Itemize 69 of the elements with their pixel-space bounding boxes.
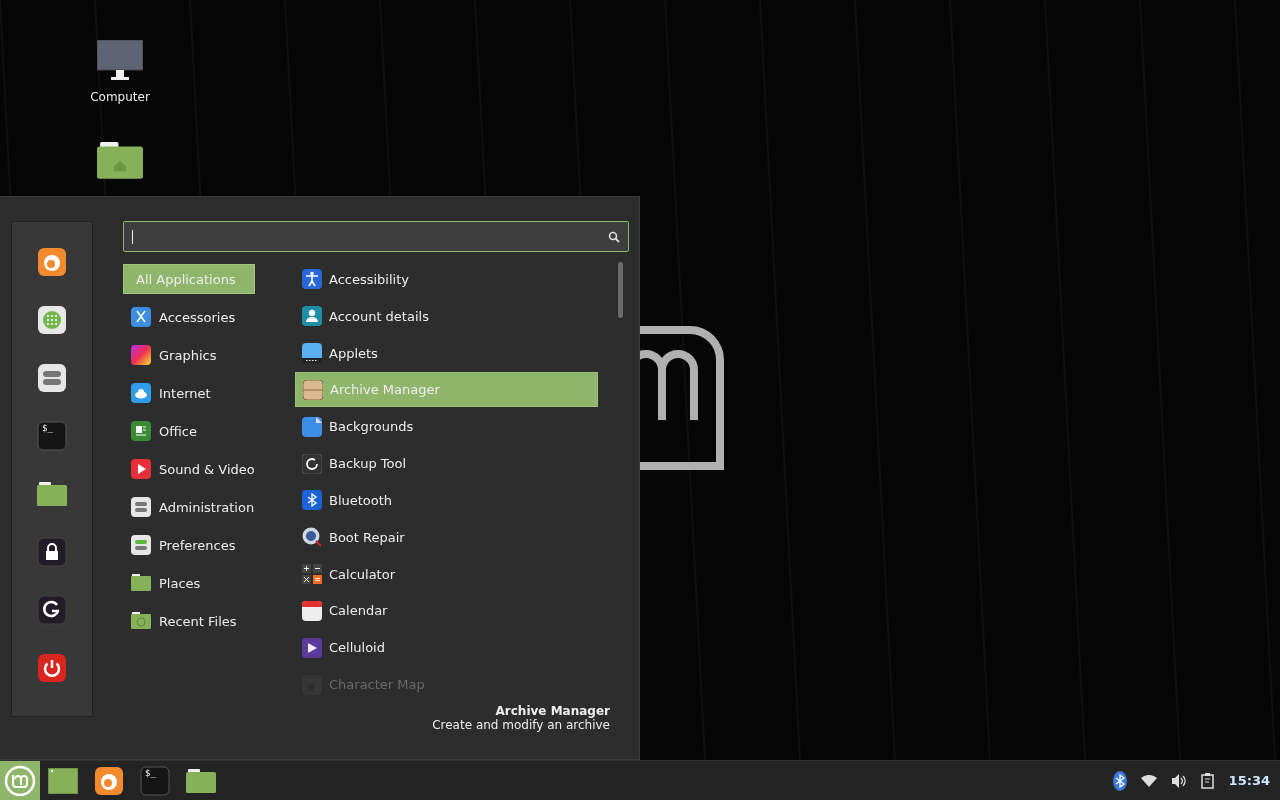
search-icon bbox=[608, 230, 620, 243]
application-item[interactable]: Celluloid bbox=[295, 630, 598, 666]
category-item[interactable]: Office bbox=[123, 416, 295, 446]
panel-icon bbox=[302, 343, 322, 364]
folder-icon bbox=[131, 573, 151, 593]
toggles-icon bbox=[37, 363, 67, 393]
application-item[interactable]: Boot Repair bbox=[295, 519, 598, 555]
toggles-icon bbox=[131, 535, 151, 555]
bluetooth-icon bbox=[302, 490, 322, 511]
power-icon bbox=[37, 653, 67, 683]
text-cursor bbox=[132, 229, 133, 244]
favorite-button[interactable] bbox=[35, 652, 69, 684]
favorite-button[interactable]: $_ bbox=[35, 420, 69, 452]
application-item[interactable]: Applets bbox=[295, 335, 598, 371]
search-field[interactable] bbox=[123, 221, 629, 252]
play-icon bbox=[131, 459, 151, 479]
window-icon[interactable] bbox=[48, 767, 78, 794]
cloud-icon bbox=[131, 383, 151, 403]
bluetooth-icon[interactable] bbox=[1112, 770, 1127, 791]
toggles-icon bbox=[131, 497, 151, 517]
category-item[interactable]: Places bbox=[123, 568, 295, 598]
terminal-icon: $_ bbox=[140, 765, 170, 796]
person-icon bbox=[302, 269, 322, 290]
menu-button[interactable] bbox=[0, 760, 40, 800]
logout-icon bbox=[37, 595, 67, 625]
description-title: Archive Manager bbox=[495, 704, 610, 718]
application-item[interactable]: Calendar bbox=[295, 593, 598, 629]
description-text: Create and modify an archive bbox=[432, 718, 610, 732]
magnifier-icon bbox=[302, 527, 322, 548]
lock-icon bbox=[37, 537, 67, 567]
folder-icon bbox=[37, 482, 67, 506]
wifi-icon[interactable] bbox=[1140, 774, 1157, 787]
application-item[interactable]: Backgrounds bbox=[295, 409, 598, 445]
favorite-button[interactable] bbox=[35, 536, 69, 568]
category-item[interactable]: Preferences bbox=[123, 530, 295, 560]
icon-label: Computer bbox=[90, 90, 150, 104]
clipboard-icon[interactable] bbox=[1200, 772, 1215, 789]
taskbar-button[interactable]: $_ bbox=[132, 760, 178, 800]
category-item[interactable]: Graphics bbox=[123, 340, 295, 370]
favorite-button[interactable] bbox=[35, 304, 69, 336]
category-item[interactable]: Recent Files bbox=[123, 606, 295, 636]
application-item[interactable]: Calculator bbox=[295, 556, 598, 592]
category-item[interactable]: Internet bbox=[123, 378, 295, 408]
page-icon bbox=[302, 416, 322, 437]
circle-arrow-icon bbox=[302, 453, 322, 474]
volume-icon[interactable] bbox=[1170, 773, 1187, 788]
calculator-icon bbox=[302, 564, 322, 585]
folder-icon bbox=[186, 768, 216, 793]
scrollbar-thumb[interactable] bbox=[618, 262, 623, 318]
application-item[interactable]: Account details bbox=[295, 298, 598, 334]
application-item[interactable]: Accessibility bbox=[295, 262, 598, 297]
application-item[interactable]: Backup Tool bbox=[295, 446, 598, 482]
application-item[interactable]: Bluetooth bbox=[295, 483, 598, 518]
category-item[interactable]: Sound & Video bbox=[123, 454, 295, 484]
clock: 15:34 bbox=[1228, 773, 1270, 788]
play-icon bbox=[302, 637, 322, 658]
gradient-icon bbox=[131, 345, 151, 365]
category-item[interactable]: Accessories bbox=[123, 302, 295, 332]
user-icon bbox=[302, 306, 322, 327]
favorite-button[interactable] bbox=[35, 362, 69, 394]
favorite-button[interactable] bbox=[35, 594, 69, 626]
clock-folder-icon bbox=[131, 611, 151, 631]
leaf-logo-icon bbox=[4, 764, 36, 797]
document-icon bbox=[131, 421, 151, 441]
calendar-icon bbox=[302, 600, 322, 621]
home-folder-icon bbox=[97, 142, 143, 179]
box-icon bbox=[303, 379, 323, 400]
grid-dots-icon bbox=[37, 305, 67, 335]
category-item[interactable]: Administration bbox=[123, 492, 295, 522]
